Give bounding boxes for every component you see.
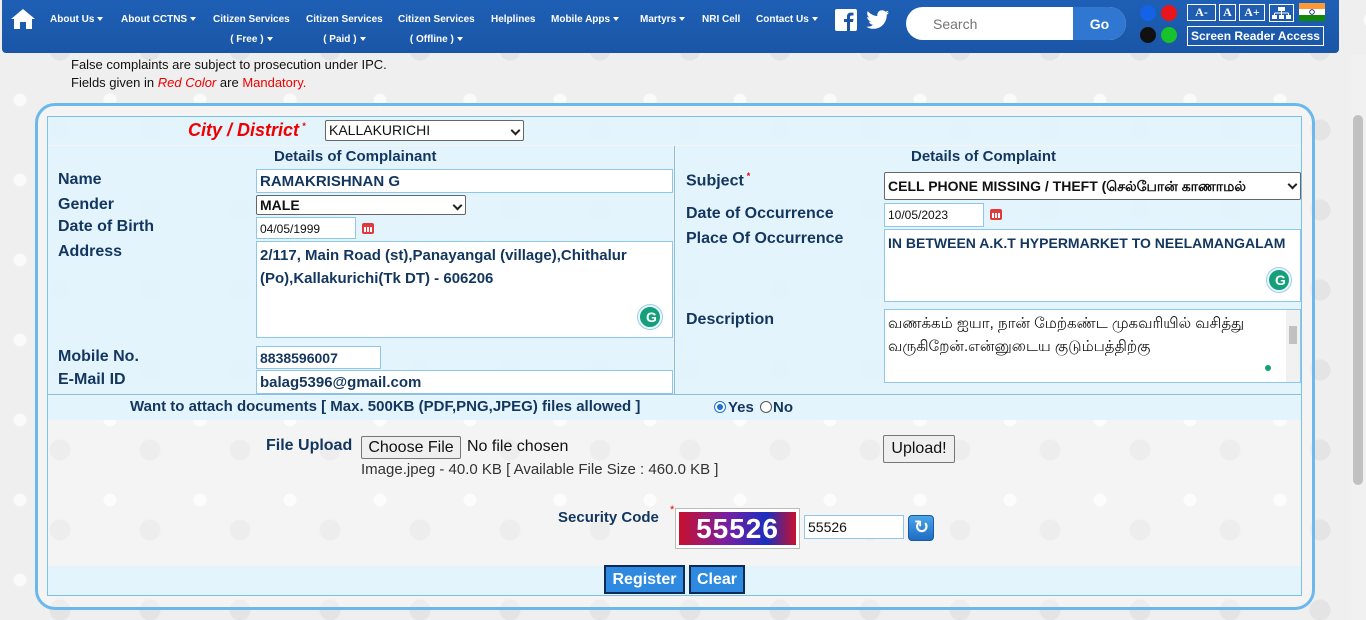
theme-green-dot[interactable] [1161, 27, 1177, 43]
section-divider [48, 394, 1301, 395]
font-increase-button[interactable]: A+ [1239, 4, 1265, 21]
gender-select[interactable]: MALE [256, 195, 466, 215]
grammarly-icon[interactable] [638, 305, 662, 329]
nav-citizen-services-offline[interactable]: Citizen Services( Offline ) [398, 10, 475, 50]
nav-about-us[interactable]: About Us [50, 10, 104, 30]
font-decrease-button[interactable]: A- [1187, 4, 1216, 21]
date-of-occurrence-label: Date of Occurrence [686, 205, 834, 222]
sitemap-icon[interactable] [1269, 4, 1294, 22]
search-input[interactable] [906, 7, 1072, 40]
upload-button[interactable]: Upload! [883, 435, 955, 463]
description-label: Description [686, 311, 775, 328]
attach-no-radio[interactable] [760, 401, 772, 413]
city-district-select[interactable]: KALLAKURICHI [325, 120, 524, 141]
theme-red-dot[interactable] [1161, 5, 1177, 21]
nav-mobile-apps[interactable]: Mobile Apps [551, 10, 620, 30]
calendar-icon[interactable] [990, 209, 1002, 220]
place-of-occurrence-label: Place Of Occurrence [686, 230, 844, 247]
mandatory-fields-notice: Fields given in Red Color are Mandatory. [71, 75, 307, 90]
gender-label: Gender [58, 196, 115, 213]
mobile-label: Mobile No. [58, 348, 139, 365]
grammarly-dot-icon [1265, 365, 1271, 371]
security-code-input[interactable]: 55526 [804, 515, 904, 539]
twitter-icon[interactable] [866, 9, 890, 31]
nav-citizen-services-paid[interactable]: Citizen Services( Paid ) [306, 10, 383, 50]
search-box: Go [906, 7, 1126, 40]
name-input[interactable]: RAMAKRISHNAN G [256, 169, 673, 193]
nav-nri-cell[interactable]: NRI Cell [702, 10, 740, 30]
go-button[interactable]: Go [1073, 7, 1126, 40]
attach-yes-label: Yes [728, 399, 754, 416]
page-scrollbar[interactable] [1350, 55, 1366, 620]
captcha-image: 55526 [675, 508, 800, 549]
font-normal-button[interactable]: A [1219, 4, 1236, 21]
no-file-chosen-text: No file chosen [467, 438, 569, 455]
email-input[interactable]: balag5396@gmail.com [256, 370, 673, 394]
complaint-header: Details of Complaint [911, 148, 1057, 165]
nav-martyrs[interactable]: Martyrs [640, 10, 686, 30]
clear-button[interactable]: Clear [689, 565, 745, 594]
home-icon[interactable] [10, 8, 36, 30]
address-label: Address [58, 243, 123, 260]
calendar-icon[interactable] [362, 223, 374, 234]
dob-input[interactable]: 04/05/1999 [256, 217, 356, 239]
file-upload-label: File Upload [266, 437, 353, 454]
theme-blue-dot[interactable] [1140, 5, 1156, 21]
india-flag-icon[interactable] [1299, 3, 1325, 21]
dob-label: Date of Birth [58, 218, 154, 235]
panel-divider [674, 146, 675, 394]
nav-contact-us[interactable]: Contact Us [756, 10, 818, 30]
grammarly-icon[interactable] [1267, 268, 1291, 292]
mobile-input[interactable]: 8838596007 [256, 346, 381, 369]
required-asterisk: * [670, 504, 675, 516]
place-of-occurrence-textarea[interactable]: IN BETWEEN A.K.T HYPERMARKET TO NEELAMAN… [884, 229, 1301, 302]
choose-file-button[interactable]: Choose File [361, 436, 461, 459]
name-label: Name [58, 171, 102, 188]
address-textarea[interactable]: 2/117, Main Road (st),Panayangal (villag… [256, 241, 673, 338]
subject-select[interactable]: CELL PHONE MISSING / THEFT (செல்போன் காண… [884, 172, 1301, 200]
page-scroll-thumb[interactable] [1353, 115, 1363, 485]
security-code-label: Security Code [558, 509, 659, 526]
uploaded-file-info: Image.jpeg - 40.0 KB [ Available File Si… [361, 461, 719, 478]
date-of-occurrence-input[interactable]: 10/05/2023 [884, 203, 984, 227]
screen-reader-access-button[interactable]: Screen Reader Access [1187, 26, 1324, 46]
city-district-label: City / District * [188, 120, 306, 140]
description-textarea[interactable]: வணக்கம் ஐயா, நான் மேற்கண்ட முகவரியில் வச… [884, 309, 1301, 383]
subject-label: Subject * [686, 171, 751, 190]
attach-yes-radio[interactable] [714, 401, 726, 413]
description-scrollbar[interactable] [1286, 310, 1300, 382]
theme-black-dot[interactable] [1140, 27, 1156, 43]
nav-about-cctns[interactable]: About CCTNS [121, 10, 197, 30]
refresh-captcha-icon[interactable] [908, 515, 934, 541]
complainant-header: Details of Complainant [274, 148, 437, 165]
facebook-icon[interactable] [835, 9, 857, 31]
nav-helplines[interactable]: Helplines [491, 10, 535, 30]
false-complaint-notice: False complaints are subject to prosecut… [71, 57, 387, 72]
nav-citizen-services-free[interactable]: Citizen Services( Free ) [213, 10, 290, 50]
email-label: E-Mail ID [58, 371, 126, 388]
attach-documents-label: Want to attach documents [ Max. 500KB (P… [130, 398, 641, 415]
register-button[interactable]: Register [604, 565, 685, 594]
attach-no-label: No [773, 399, 793, 416]
top-navbar: About Us About CCTNS Citizen Services( F… [2, 0, 1339, 53]
